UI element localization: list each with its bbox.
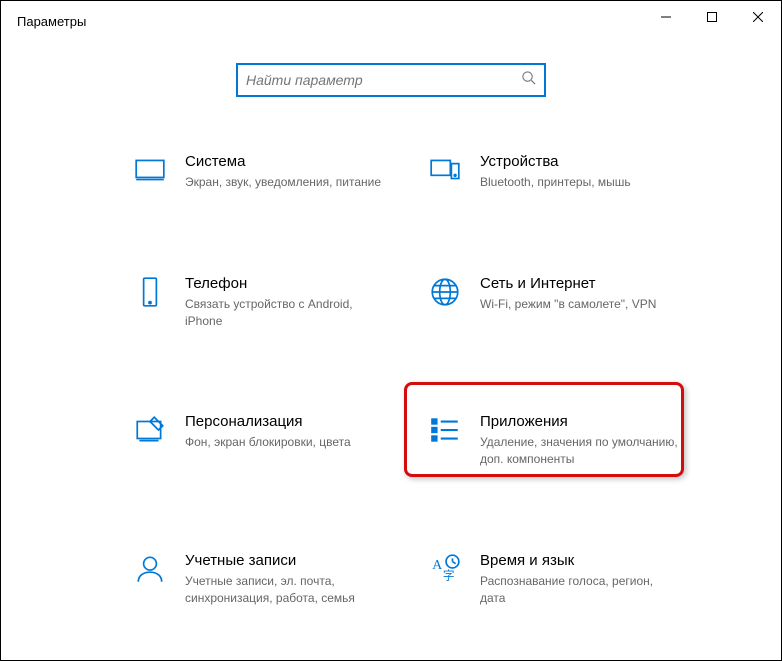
tile-desc: Wi-Fi, режим "в самолете", VPN [480, 296, 679, 313]
settings-grid: Система Экран, звук, уведомления, питани… [1, 97, 781, 615]
window-title: Параметры [17, 14, 86, 29]
search-box[interactable] [236, 63, 546, 97]
tile-title: Телефон [185, 275, 384, 292]
close-button[interactable] [735, 1, 781, 33]
devices-icon [428, 153, 462, 187]
tile-title: Время и язык [480, 552, 679, 569]
tile-phone[interactable]: Телефон Связать устройство с Android, iP… [121, 267, 396, 338]
maximize-button[interactable] [689, 1, 735, 33]
tile-desc: Фон, экран блокировки, цвета [185, 434, 384, 451]
time-language-icon: A字 [428, 552, 462, 586]
tile-title: Учетные записи [185, 552, 384, 569]
tile-desc: Распознавание голоса, регион, дата [480, 573, 679, 607]
apps-icon [428, 413, 462, 447]
globe-icon [428, 275, 462, 309]
tile-title: Персонализация [185, 413, 384, 430]
tile-desc: Учетные записи, эл. почта, синхронизация… [185, 573, 384, 607]
tile-system[interactable]: Система Экран, звук, уведомления, питани… [121, 145, 396, 199]
tile-accounts[interactable]: Учетные записи Учетные записи, эл. почта… [121, 544, 396, 615]
tile-title: Система [185, 153, 384, 170]
minimize-button[interactable] [643, 1, 689, 33]
window-controls [643, 1, 781, 33]
tile-desc: Удаление, значения по умолчанию, доп. ко… [480, 434, 679, 468]
tile-personalization[interactable]: Персонализация Фон, экран блокировки, цв… [121, 405, 396, 476]
tile-devices[interactable]: Устройства Bluetooth, принтеры, мышь [416, 145, 691, 199]
search-icon [521, 70, 536, 90]
tile-title: Приложения [480, 413, 679, 430]
accounts-icon [133, 552, 167, 586]
phone-icon [133, 275, 167, 309]
tile-desc: Экран, звук, уведомления, питание [185, 174, 384, 191]
tile-network[interactable]: Сеть и Интернет Wi-Fi, режим "в самолете… [416, 267, 691, 338]
display-icon [133, 153, 167, 187]
tile-desc: Bluetooth, принтеры, мышь [480, 174, 679, 191]
tile-title: Сеть и Интернет [480, 275, 679, 292]
svg-text:A: A [432, 557, 442, 572]
search-container [1, 63, 781, 97]
tile-title: Устройства [480, 153, 679, 170]
tile-desc: Связать устройство с Android, iPhone [185, 296, 384, 330]
svg-text:字: 字 [443, 569, 455, 583]
tile-time-language[interactable]: A字 Время и язык Распознавание голоса, ре… [416, 544, 691, 615]
tile-apps[interactable]: Приложения Удаление, значения по умолчан… [416, 405, 691, 476]
search-input[interactable] [246, 72, 521, 88]
personalization-icon [133, 413, 167, 447]
